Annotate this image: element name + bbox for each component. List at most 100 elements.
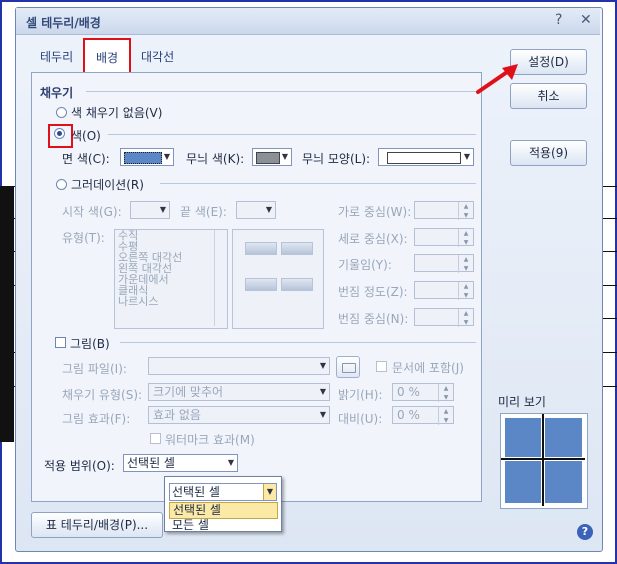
pattern-shape-dropdown[interactable]: ▼	[378, 148, 474, 166]
preview-cell	[505, 418, 541, 457]
tab-border[interactable]: 테두리	[34, 44, 79, 70]
divider	[120, 342, 476, 343]
bg-line	[0, 186, 15, 187]
bg-line	[602, 251, 617, 252]
brightness-spinner[interactable]: 0 % ▲ ▼	[392, 383, 454, 402]
spin-arrows-icon: ▲ ▼	[458, 255, 473, 273]
tilt-spinner[interactable]: ▲ ▼	[414, 254, 474, 273]
picture-effect-dropdown[interactable]: 효과 없음 ▼	[148, 406, 330, 424]
bg-line	[602, 218, 617, 219]
scope-dropdown[interactable]: 선택된 셀 ▼	[123, 454, 238, 472]
contrast-value: 0 %	[397, 408, 420, 422]
bg-line	[0, 352, 15, 353]
gradient-sample-box	[232, 229, 324, 329]
h-center-spinner[interactable]: ▲ ▼	[414, 201, 474, 220]
bg-line	[602, 285, 617, 286]
face-color-dropdown[interactable]: ▼	[120, 148, 174, 166]
chevron-down-icon: ▼	[263, 484, 276, 500]
gradient-sample-tile[interactable]	[245, 278, 277, 291]
popup-option-all-cells[interactable]: 모든 셀	[169, 518, 276, 533]
gradient-sample-tile[interactable]	[245, 242, 277, 255]
start-color-dropdown[interactable]: ▼	[130, 201, 170, 219]
picture-label: 그림(B)	[70, 337, 110, 351]
spin-arrows-icon: ▲ ▼	[438, 407, 453, 425]
apply-button[interactable]: 적용(9)	[510, 140, 587, 166]
pattern-color-dropdown[interactable]: ▼	[252, 148, 292, 166]
divider	[160, 183, 476, 184]
gradient-radio[interactable]	[56, 179, 67, 190]
chevron-down-icon: ▼	[163, 152, 171, 161]
watermark-checkbox[interactable]	[150, 433, 161, 444]
preview-border-line	[501, 458, 585, 460]
end-color-dropdown[interactable]: ▼	[236, 201, 276, 219]
table-border-button[interactable]: 표 테두리/배경(P)...	[31, 512, 163, 538]
end-color-label: 끝 색(E):	[180, 205, 227, 219]
color-radio[interactable]	[54, 128, 65, 139]
picture-checkbox[interactable]	[55, 337, 66, 348]
watermark-label: 워터마크 효과(M)	[165, 433, 255, 447]
blur-center-spinner[interactable]: ▲ ▼	[414, 308, 474, 327]
tab-diagonal[interactable]: 대각선	[135, 44, 180, 70]
chevron-down-icon: ▼	[463, 152, 471, 161]
help-icon[interactable]: ?	[577, 524, 593, 540]
preview-border-line	[542, 414, 544, 506]
v-center-spinner[interactable]: ▲ ▼	[414, 228, 474, 247]
folder-open-icon[interactable]	[336, 356, 360, 378]
picture-file-input[interactable]: ▼	[148, 357, 330, 375]
gradient-sample-tile[interactable]	[281, 278, 313, 291]
chevron-down-icon: ▼	[281, 152, 289, 161]
bg-line	[0, 285, 15, 286]
blur-center-label: 번짐 중심(N):	[338, 312, 409, 326]
embed-label: 문서에 포함(J)	[392, 361, 464, 375]
picture-effect-label: 그림 효과(F):	[62, 412, 131, 426]
popup-option-selected-cells[interactable]: 선택된 셀	[169, 502, 278, 519]
list-item[interactable]: 나르시스	[115, 296, 227, 307]
title-bar	[16, 8, 600, 35]
v-center-label: 세로 중심(X):	[338, 232, 408, 246]
start-color-label: 시작 색(G):	[62, 205, 122, 219]
face-color-swatch	[124, 152, 162, 164]
spin-arrows-icon: ▲ ▼	[458, 309, 473, 327]
chevron-down-icon: ▼	[227, 458, 235, 467]
spin-arrows-icon: ▲ ▼	[458, 202, 473, 220]
popup-combo[interactable]: 선택된 셀 ▼	[169, 483, 277, 501]
pattern-color-swatch	[256, 152, 280, 164]
chevron-down-icon: ▼	[319, 361, 327, 370]
blur-level-label: 번짐 정도(Z):	[338, 285, 408, 299]
fill-group-label: 채우기	[40, 86, 74, 100]
brightness-value: 0 %	[397, 385, 420, 399]
help-question-icon[interactable]: ?	[555, 12, 562, 28]
chevron-down-icon: ▼	[265, 205, 273, 214]
type-label: 유형(T):	[62, 231, 105, 245]
divider	[108, 134, 476, 135]
list-scrollbar[interactable]	[214, 230, 227, 326]
preview-box	[500, 413, 588, 509]
popup-combo-value: 선택된 셀	[172, 485, 220, 499]
close-icon[interactable]: ✕	[580, 12, 592, 28]
contrast-spinner[interactable]: 0 % ▲ ▼	[392, 406, 454, 425]
preview-cell	[545, 418, 582, 457]
gradient-type-list[interactable]: 수직 수평 오른쪽 대각선 왼쪽 대각선 가운데에서 클래식 나르시스	[114, 229, 228, 329]
bg-line	[602, 186, 617, 187]
left-edge-bar	[0, 186, 14, 442]
bg-line	[0, 251, 15, 252]
no-fill-radio[interactable]	[56, 107, 67, 118]
picture-file-label: 그림 파일(I):	[62, 362, 127, 376]
blur-level-spinner[interactable]: ▲ ▼	[414, 281, 474, 300]
preview-cell	[505, 461, 541, 503]
color-label: 색(O)	[71, 129, 101, 143]
brightness-label: 밝기(H):	[338, 388, 383, 402]
gradient-sample-tile[interactable]	[281, 242, 313, 255]
fill-type-dropdown[interactable]: 크기에 맞추어 ▼	[148, 383, 330, 401]
spin-arrows-icon: ▲ ▼	[438, 384, 453, 402]
embed-checkbox[interactable]	[376, 361, 387, 372]
no-fill-label: 색 채우기 없음(V)	[71, 106, 163, 120]
scope-popup: 선택된 셀 ▼ 선택된 셀 모든 셀	[164, 476, 282, 532]
chevron-down-icon: ▼	[319, 410, 327, 419]
chevron-down-icon: ▼	[159, 205, 167, 214]
pattern-shape-label: 무늬 모양(L):	[302, 152, 371, 166]
scope-label: 적용 범위(O):	[44, 459, 115, 473]
chevron-down-icon: ▼	[319, 387, 327, 396]
scope-value: 선택된 셀	[127, 456, 175, 470]
h-center-label: 가로 중심(W):	[338, 205, 412, 219]
